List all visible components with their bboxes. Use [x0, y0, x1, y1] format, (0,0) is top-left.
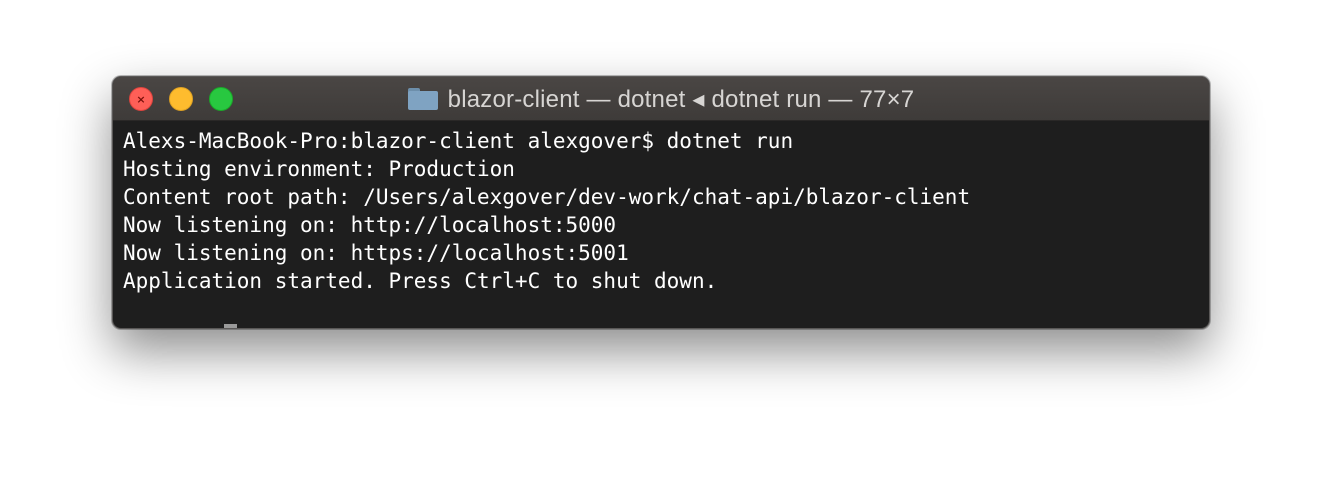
terminal-line: Hosting environment: Production: [123, 157, 515, 181]
text-cursor: [224, 324, 238, 328]
folder-icon: [407, 88, 438, 110]
terminal-output[interactable]: Alexs-MacBook-Pro:blazor-client alexgove…: [123, 127, 1199, 328]
title-bar[interactable]: × blazor-client — dotnet ◂ dotnet run — …: [113, 77, 1209, 121]
prompt-line[interactable]: [123, 295, 1199, 328]
terminal-line: Alexs-MacBook-Pro:blazor-client alexgove…: [123, 129, 794, 153]
terminal-line: Content root path: /Users/alexgover/dev-…: [123, 185, 971, 209]
terminal-line: Now listening on: https://localhost:5001: [123, 241, 629, 265]
terminal-line: Now listening on: http://localhost:5000: [123, 213, 617, 237]
desktop-background: × blazor-client — dotnet ◂ dotnet run — …: [0, 0, 1322, 478]
window-title-group: blazor-client — dotnet ◂ dotnet run — 77…: [113, 77, 1209, 121]
terminal-window[interactable]: × blazor-client — dotnet ◂ dotnet run — …: [112, 76, 1210, 329]
terminal-line: Application started. Press Ctrl+C to shu…: [123, 269, 718, 293]
window-title: blazor-client — dotnet ◂ dotnet run — 77…: [447, 85, 915, 113]
